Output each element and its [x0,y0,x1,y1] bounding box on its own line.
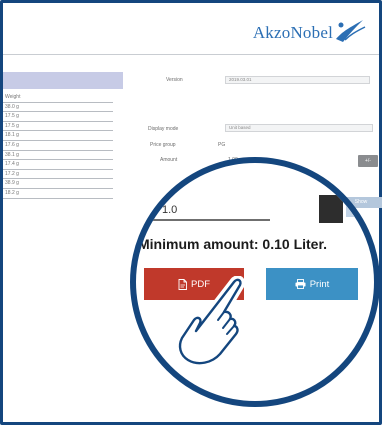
pointing-hand-icon [175,276,245,368]
list-item[interactable]: 17.4 g [3,160,113,170]
print-button[interactable]: Print [266,268,358,300]
print-button-label: Print [309,278,330,290]
amount-input[interactable]: 1.0 [136,199,270,221]
header-bar: AkzoNobel [3,3,379,55]
version-label: Version [166,77,183,83]
list-item[interactable]: 17.6 g [3,141,113,151]
display-mode-select[interactable]: Unit based [225,124,373,132]
dark-action-button-zoomed[interactable] [319,195,343,223]
list-item[interactable]: 17.5 g [3,122,113,132]
list-item[interactable]: 38.1 g [3,151,113,161]
list-item[interactable]: 38.0 g [3,103,113,113]
sidebar-header [3,72,123,89]
printer-icon [295,279,306,289]
brand-name: AkzoNobel [252,23,333,42]
amount-adjust-button[interactable]: +/- [358,155,378,167]
version-field: 2019.03.01 [225,76,370,84]
list-item[interactable]: 18.2 g [3,189,113,199]
sidebar-list: Weight 38.0 g 17.5 g 17.5 g 18.1 g 17.6 … [3,93,113,199]
minimum-amount-text: Minimum amount: 0.10 Liter. [138,236,328,252]
list-item[interactable]: 18.1 g [3,131,113,141]
list-item[interactable]: 17.2 g [3,170,113,180]
list-item[interactable]: 38.9 g [3,179,113,189]
akzonobel-logo-icon [336,20,366,42]
price-group-label: Price group [150,142,176,148]
amount-label: Amount [160,157,178,163]
price-group-value: PG [218,142,226,148]
display-mode-label: Display mode [148,126,179,132]
magnifier-callout: 1.0 Minimum amount: 0.10 Liter. PDF Prin… [130,157,380,407]
list-item: Weight [3,93,113,103]
list-item[interactable]: 17.5 g [3,112,113,122]
